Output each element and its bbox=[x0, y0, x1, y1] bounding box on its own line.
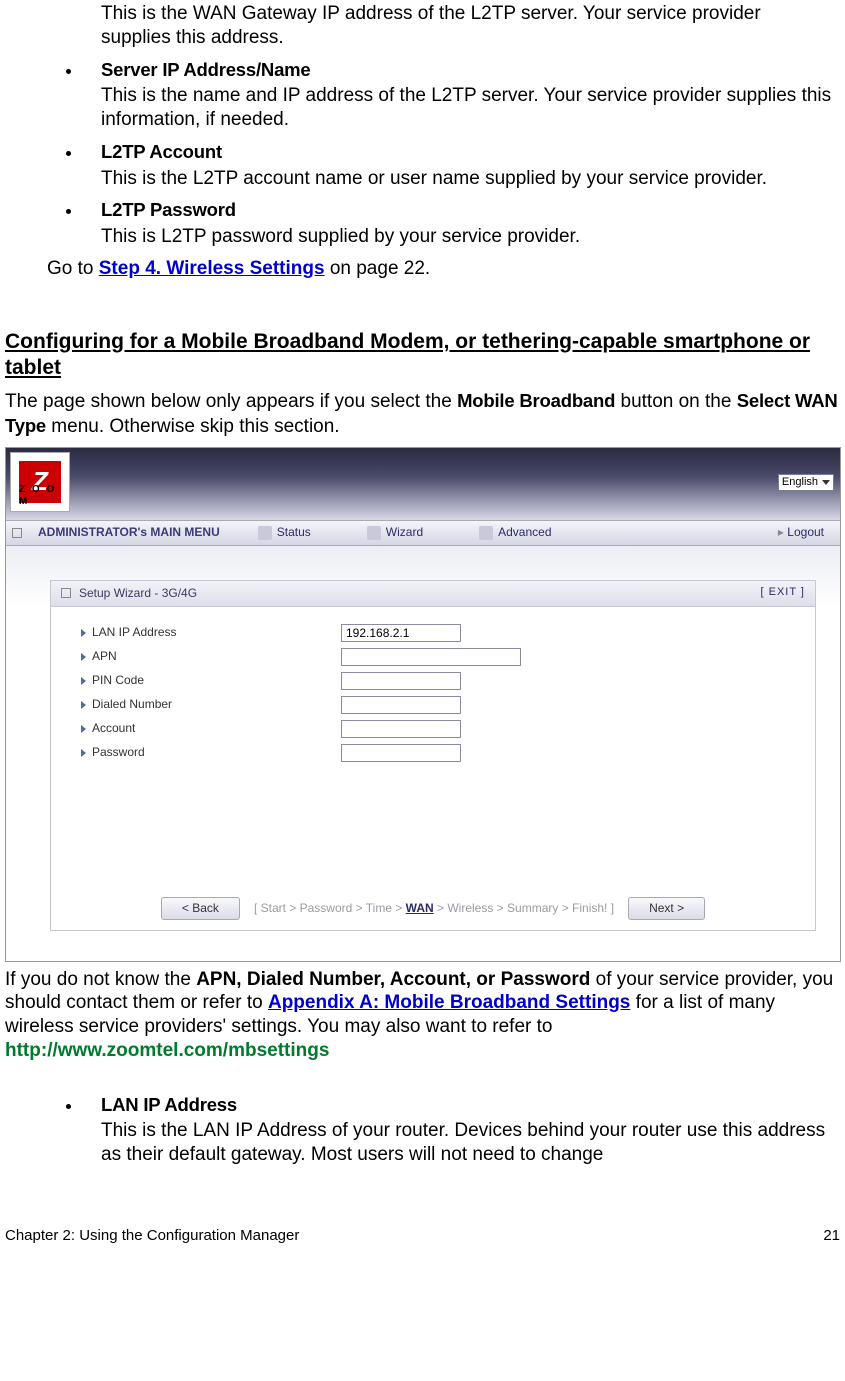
bullet-icon bbox=[81, 653, 86, 661]
menu-item-wizard-label: Wizard bbox=[386, 525, 423, 540]
arrow-right-icon: ▸ bbox=[778, 525, 784, 539]
section-title: Configuring for a Mobile Broadband Modem… bbox=[5, 329, 840, 382]
menu-logout-label: Logout bbox=[787, 525, 824, 539]
desc-l2tp-password: This is L2TP password supplied by your s… bbox=[101, 225, 840, 249]
footer-page-number: 21 bbox=[823, 1227, 840, 1246]
menu-logout[interactable]: ▸ Logout bbox=[762, 525, 840, 540]
input-account[interactable] bbox=[341, 720, 461, 738]
post-screenshot-paragraph: If you do not know the APN, Dialed Numbe… bbox=[5, 968, 840, 1063]
input-password[interactable] bbox=[341, 744, 461, 762]
language-select[interactable]: English bbox=[778, 474, 834, 492]
wizard-panel-header: Setup Wizard - 3G/4G [ EXIT ] bbox=[51, 581, 815, 607]
para2-pre: If you do not know the bbox=[5, 969, 196, 990]
menu-item-status[interactable]: Status bbox=[230, 525, 339, 540]
menu-item-advanced[interactable]: Advanced bbox=[451, 525, 579, 540]
wizard-exit-link[interactable]: [ EXIT ] bbox=[761, 586, 805, 600]
crumbs-pre: [ Start > Password > Time > bbox=[254, 901, 406, 915]
wizard-form: LAN IP Address APN PIN Code Dialed Numbe… bbox=[51, 607, 815, 779]
label-apn: APN bbox=[92, 649, 117, 664]
crumbs-post: > Wireless > Summary > Finish! ] bbox=[434, 901, 614, 915]
input-dialed[interactable] bbox=[341, 696, 461, 714]
term-server-ip: Server IP Address/Name bbox=[101, 59, 311, 80]
menu-title: ADMINISTRATOR's MAIN MENU bbox=[28, 525, 230, 540]
menu-item-wizard[interactable]: Wizard bbox=[339, 525, 451, 540]
page-footer: Chapter 2: Using the Configuration Manag… bbox=[5, 1227, 840, 1246]
intro-desc-0: This is the WAN Gateway IP address of th… bbox=[101, 2, 830, 50]
zoom-logo: Z Z O O M bbox=[10, 452, 70, 512]
wizard-panel-title: Setup Wizard - 3G/4G bbox=[79, 586, 197, 601]
term-l2tp-password: L2TP Password bbox=[101, 199, 236, 220]
language-label: English bbox=[782, 476, 818, 490]
bullet-icon bbox=[81, 701, 86, 709]
row-dialed: Dialed Number bbox=[81, 693, 785, 717]
input-apn[interactable] bbox=[341, 648, 521, 666]
bullet-icon bbox=[81, 725, 86, 733]
row-lan-ip: LAN IP Address bbox=[81, 621, 785, 645]
status-icon bbox=[258, 526, 272, 540]
row-pin: PIN Code bbox=[81, 669, 785, 693]
bullet-icon bbox=[81, 749, 86, 757]
term-lan-ip: LAN IP Address bbox=[101, 1094, 237, 1115]
wizard-screenshot: Z Z O O M English ADMINISTRATOR's MAIN M… bbox=[5, 447, 841, 962]
bullet-icon bbox=[81, 629, 86, 637]
row-apn: APN bbox=[81, 645, 785, 669]
goto-link[interactable]: Step 4. Wireless Settings bbox=[99, 258, 325, 279]
crumbs-wan: WAN bbox=[406, 901, 434, 915]
desc-lan-ip: This is the LAN IP Address of your route… bbox=[101, 1119, 840, 1167]
back-button[interactable]: < Back bbox=[161, 897, 240, 920]
main-menu-bar: ADMINISTRATOR's MAIN MENU Status Wizard … bbox=[6, 520, 840, 546]
chevron-down-icon bbox=[822, 480, 830, 485]
panel-icon bbox=[61, 588, 71, 598]
row-account: Account bbox=[81, 717, 785, 741]
external-url[interactable]: http://www.zoomtel.com/mbsettings bbox=[5, 1040, 329, 1061]
menu-item-advanced-label: Advanced bbox=[498, 525, 551, 540]
appendix-link[interactable]: Appendix A: Mobile Broadband Settings bbox=[268, 992, 630, 1013]
label-account: Account bbox=[92, 721, 135, 736]
goto-line: Go to Step 4. Wireless Settings on page … bbox=[47, 257, 840, 281]
label-pin: PIN Code bbox=[92, 673, 144, 688]
goto-pre: Go to bbox=[47, 258, 99, 279]
menu-item-status-label: Status bbox=[277, 525, 311, 540]
wizard-panel: Setup Wizard - 3G/4G [ EXIT ] LAN IP Add… bbox=[50, 580, 816, 931]
para1-mid: button on the bbox=[615, 391, 737, 412]
label-dialed: Dialed Number bbox=[92, 697, 172, 712]
menu-icon bbox=[12, 528, 22, 538]
intro-paragraph: The page shown below only appears if you… bbox=[5, 389, 840, 439]
term-l2tp-account: L2TP Account bbox=[101, 141, 222, 162]
bullet-icon bbox=[81, 677, 86, 685]
wizard-icon bbox=[367, 526, 381, 540]
para1-emph1: Mobile Broadband bbox=[457, 390, 615, 411]
footer-chapter: Chapter 2: Using the Configuration Manag… bbox=[5, 1227, 299, 1246]
goto-post: on page 22. bbox=[325, 258, 431, 279]
advanced-icon bbox=[479, 526, 493, 540]
input-pin[interactable] bbox=[341, 672, 461, 690]
label-lan-ip: LAN IP Address bbox=[92, 625, 177, 640]
desc-server-ip: This is the name and IP address of the L… bbox=[101, 84, 840, 132]
para1-post: menu. Otherwise skip this section. bbox=[46, 416, 340, 437]
label-password: Password bbox=[92, 745, 145, 760]
wizard-footer: < Back [ Start > Password > Time > WAN >… bbox=[51, 888, 815, 930]
para2-bold: APN, Dialed Number, Account, or Password bbox=[196, 969, 590, 990]
next-button[interactable]: Next > bbox=[628, 897, 705, 920]
para1-pre: The page shown below only appears if you… bbox=[5, 391, 457, 412]
input-lan-ip[interactable] bbox=[341, 624, 461, 642]
zoom-logo-caption: Z O O M bbox=[19, 484, 69, 509]
row-password: Password bbox=[81, 741, 785, 765]
desc-l2tp-account: This is the L2TP account name or user na… bbox=[101, 167, 840, 191]
wizard-breadcrumbs: [ Start > Password > Time > WAN > Wirele… bbox=[254, 901, 614, 916]
